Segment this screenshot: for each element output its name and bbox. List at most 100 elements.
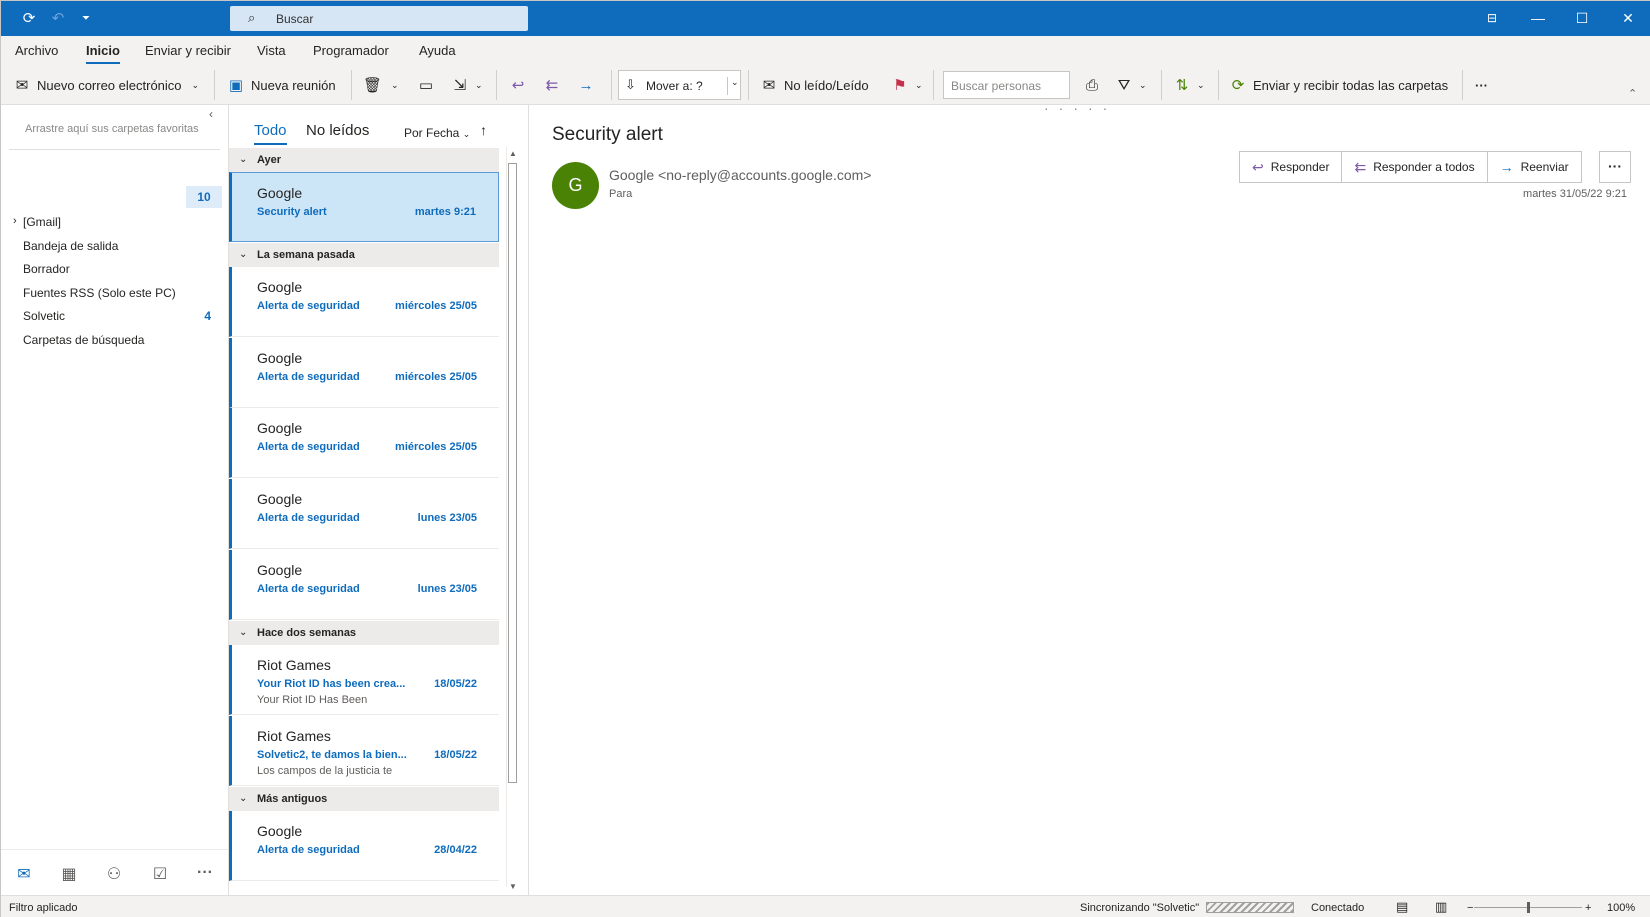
envelope-open-icon: ✉	[762, 77, 776, 94]
zoom-slider-thumb[interactable]	[1527, 902, 1530, 913]
tab-archivo[interactable]: Archivo	[15, 43, 58, 58]
more-apps-icon[interactable]: ···	[194, 864, 216, 882]
scroll-up-icon[interactable]: ▲	[509, 149, 517, 158]
group-header[interactable]: ⌄ Más antiguos	[229, 787, 499, 811]
mail-date: miércoles 25/05	[395, 371, 477, 383]
move-to-dropdown[interactable]: ⇩ Mover a: ? ⌄	[618, 70, 741, 100]
list-item[interactable]: Riot Games Solvetic2, te damos la bien..…	[229, 716, 499, 786]
forward-ribbon-button[interactable]: →	[577, 73, 601, 97]
tab-programador[interactable]: Programador	[313, 43, 389, 58]
sort-by-date[interactable]: Por Fecha ⌄	[404, 126, 470, 140]
chevron-down-icon: ⌄	[239, 154, 248, 165]
pane-resize-handle[interactable]: ·····	[1044, 100, 1117, 116]
search-icon: ⌕	[248, 10, 256, 25]
list-item[interactable]: Google Alerta de seguridad 28/04/22	[229, 811, 499, 881]
list-item[interactable]: Google Alerta de seguridad lunes 23/05	[229, 479, 499, 549]
mail-date: 18/05/22	[434, 749, 477, 761]
group-header[interactable]: ⌄ La semana pasada	[229, 243, 499, 267]
mail-preview: Your Riot ID Has Been	[257, 694, 368, 706]
reply-all-button[interactable]: ⇇ Responder a todos	[1342, 152, 1488, 182]
search-box[interactable]: ⌕ Buscar	[230, 6, 528, 31]
close-button[interactable]: ✕	[1605, 1, 1650, 36]
group-header[interactable]: ⌄ Ayer	[229, 148, 499, 172]
collapse-ribbon-icon[interactable]: ⌃	[1628, 87, 1637, 100]
ribbon: ✉ Nuevo correo electrónico ⌄ ▣ Nueva reu…	[1, 64, 1650, 105]
filter-unread[interactable]: No leídos	[306, 122, 369, 139]
reading-pane: ····· Security alert G Google <no-reply@…	[529, 100, 1650, 895]
list-item[interactable]: Google Alerta de seguridad miércoles 25/…	[229, 338, 499, 408]
chevron-right-icon[interactable]: ›	[13, 215, 17, 227]
people-icon[interactable]: ⚇	[103, 864, 125, 884]
reading-view-icon[interactable]: ▥	[1435, 899, 1447, 915]
list-item[interactable]: Google Alerta de seguridad lunes 23/05	[229, 550, 499, 620]
new-mail-button[interactable]: ✉ Nuevo correo electrónico ⌄	[13, 73, 199, 97]
mail-date: miércoles 25/05	[395, 300, 477, 312]
message-from[interactable]: Google <no-reply@accounts.google.com>	[609, 167, 871, 183]
list-item[interactable]: Google Alerta de seguridad miércoles 25/…	[229, 408, 499, 478]
folder-rss[interactable]: Fuentes RSS (Solo este PC)	[23, 286, 219, 300]
new-meeting-button[interactable]: ▣ Nueva reunión	[227, 73, 336, 97]
tasks-icon[interactable]: ☑	[149, 864, 171, 884]
reply-ribbon-button[interactable]: ↩	[509, 73, 533, 97]
tab-vista[interactable]: Vista	[257, 43, 286, 58]
folder-search[interactable]: Carpetas de búsqueda	[23, 333, 219, 347]
folder-drafts[interactable]: Borrador	[23, 262, 219, 276]
zoom-in-icon[interactable]: +	[1585, 902, 1591, 914]
undo-icon[interactable]: ↶	[48, 9, 68, 29]
normal-view-icon[interactable]: ▤	[1396, 899, 1408, 915]
collapse-pane-icon[interactable]: ‹	[209, 107, 213, 121]
ribbon-separator	[496, 70, 497, 100]
tab-enviar-recibir[interactable]: Enviar y recibir	[145, 43, 231, 58]
sort-direction-icon[interactable]: ↑	[480, 122, 487, 138]
flag-button[interactable]: ⚑ ⌄	[891, 73, 923, 97]
mail-icon[interactable]: ✉	[13, 864, 35, 884]
inbox-unread-count[interactable]: 10	[186, 186, 222, 208]
calendar-icon[interactable]: ▦	[58, 864, 80, 884]
folder-outbox[interactable]: Bandeja de salida	[23, 239, 219, 253]
translate-button[interactable]: ⇅ ⌄	[1173, 73, 1205, 97]
list-item[interactable]: Riot Games Your Riot ID has been crea...…	[229, 645, 499, 715]
scroll-down-icon[interactable]: ▼	[509, 882, 517, 891]
mail-date: 28/04/22	[434, 844, 477, 856]
delete-button[interactable]: 🗑 ⌄	[363, 73, 399, 97]
address-book-button[interactable]: ⎙	[1083, 73, 1107, 97]
ribbon-separator	[214, 70, 215, 100]
zoom-out-icon[interactable]: −	[1467, 902, 1473, 914]
customize-toolbar-icon[interactable]: ⏷	[76, 9, 96, 29]
move-button[interactable]: ⇲ ⌄	[451, 73, 483, 97]
chevron-down-icon: ⌄	[915, 79, 923, 90]
maximize-button[interactable]: ☐	[1559, 1, 1605, 36]
list-item[interactable]: Google Security alert martes 9:21	[229, 172, 499, 242]
folder-gmail[interactable]: [Gmail]	[23, 215, 219, 229]
filter-email-button[interactable]: ⛛ ⌄	[1115, 73, 1147, 97]
archive-icon: ▭	[418, 77, 434, 94]
scrollbar-thumb[interactable]	[508, 163, 517, 783]
forward-icon: →	[578, 76, 594, 94]
tab-inicio[interactable]: Inicio	[86, 43, 120, 64]
zoom-level[interactable]: 100%	[1607, 902, 1635, 914]
minimize-button[interactable]: —	[1515, 1, 1561, 36]
unread-read-button[interactable]: ✉ No leído/Leído	[760, 73, 869, 97]
folder-solvetic[interactable]: Solvetic 4	[23, 309, 219, 323]
avatar[interactable]: G	[552, 162, 599, 209]
new-mail-label: Nuevo correo electrónico	[37, 77, 182, 93]
reply-all-ribbon-button[interactable]: ⇇	[543, 73, 567, 97]
group-header[interactable]: ⌄ Hace dos semanas	[229, 621, 499, 645]
reply-button[interactable]: ↩ Responder	[1240, 152, 1343, 182]
tab-ayuda[interactable]: Ayuda	[419, 43, 456, 58]
forward-button[interactable]: → Reenviar	[1488, 152, 1581, 182]
more-commands-button[interactable]: ···	[1475, 73, 1488, 97]
sync-icon[interactable]: ⟳	[19, 9, 39, 29]
list-item[interactable]: Google Alerta de seguridad miércoles 25/…	[229, 267, 499, 337]
more-actions-button[interactable]: ···	[1599, 151, 1631, 183]
send-receive-all-button[interactable]: ⟳ Enviar y recibir todas las carpetas	[1229, 73, 1448, 97]
ribbon-separator	[1218, 70, 1219, 100]
search-people-input[interactable]: Buscar personas	[943, 71, 1070, 99]
archive-button[interactable]: ▭	[417, 73, 441, 97]
more-icon: ···	[1475, 77, 1488, 93]
search-people-placeholder: Buscar personas	[951, 79, 1042, 93]
ribbon-display-icon[interactable]: ⊟	[1469, 1, 1515, 36]
filter-all[interactable]: Todo	[254, 122, 287, 145]
mail-preview: Los campos de la justicia te	[257, 765, 393, 777]
folder-pane: ‹ Arrastre aquí sus carpetas favoritas 1…	[1, 105, 229, 895]
